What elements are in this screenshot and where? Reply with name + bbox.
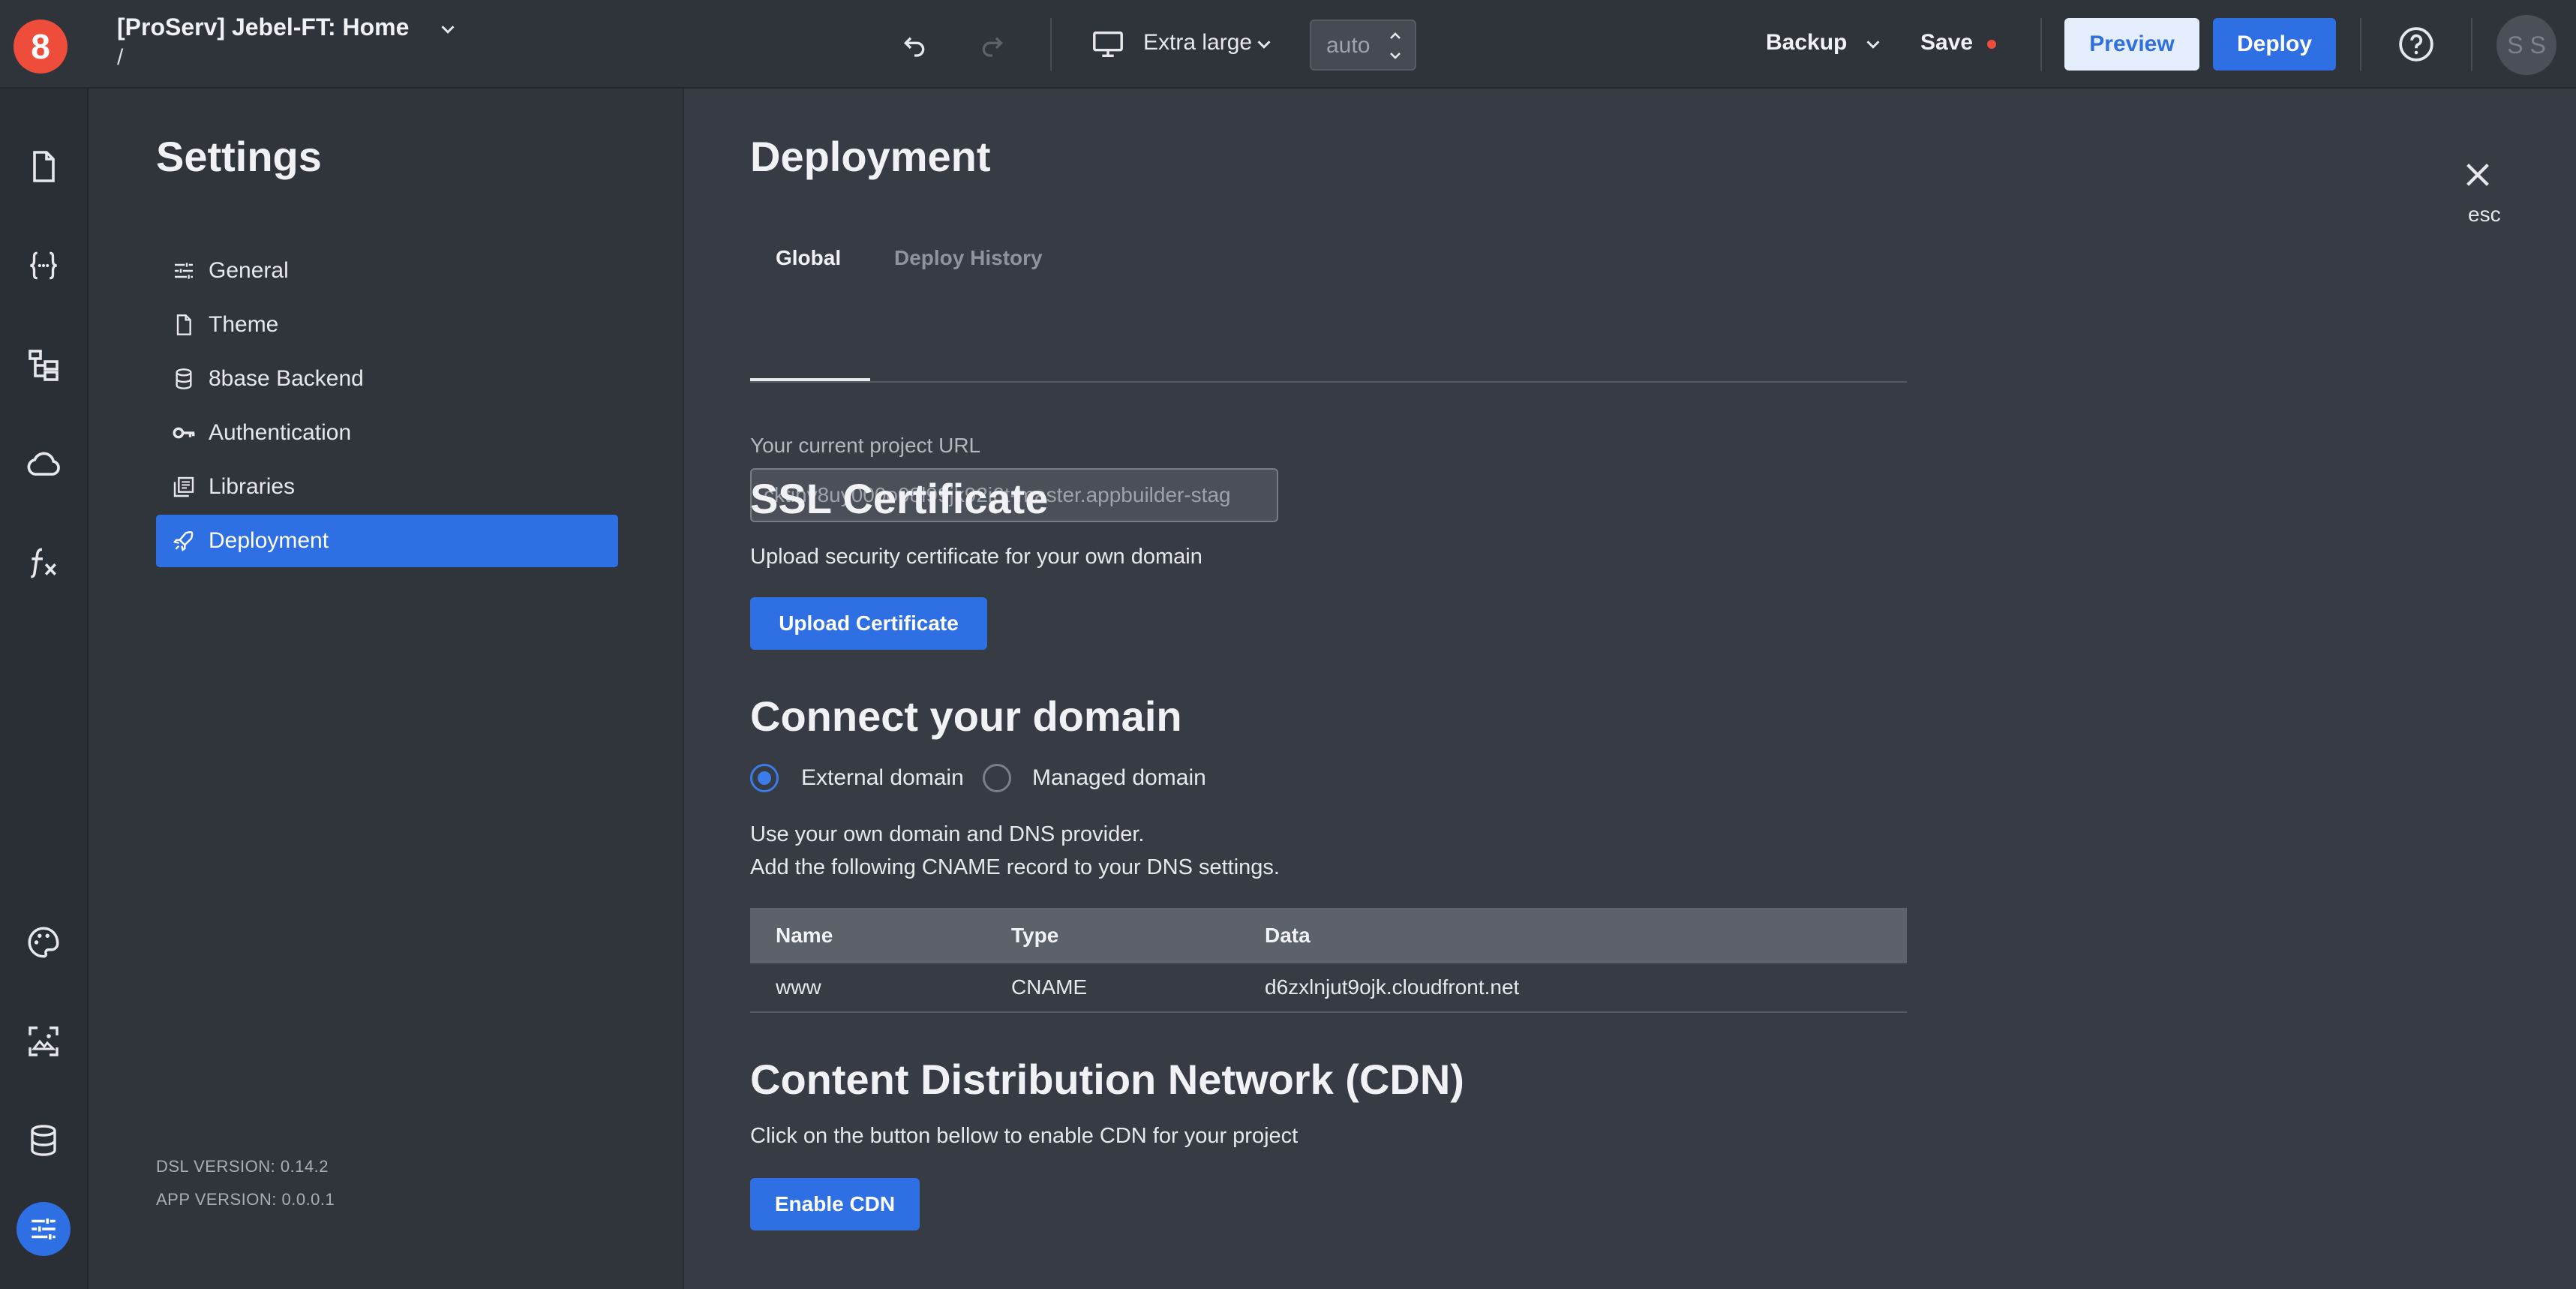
external-domain-radio[interactable] [750, 764, 779, 792]
settings-panel: Settings General Theme 8base Backend Aut… [89, 89, 684, 1289]
domain-title: Connect your domain [750, 693, 1182, 740]
dsl-version: DSL VERSION: 0.14.2 [156, 1157, 329, 1176]
library-icon [171, 474, 197, 500]
ssl-description: Upload security certificate for your own… [750, 545, 1202, 569]
tab-deploy-history[interactable]: Deploy History [894, 246, 1043, 270]
cdn-description: Click on the button bellow to enable CDN… [750, 1124, 1299, 1148]
settings-item-label: 8base Backend [209, 366, 364, 391]
page-path: / [117, 45, 124, 70]
rocket-icon [171, 528, 197, 554]
zoom-value: auto [1326, 33, 1371, 58]
deployment-content: Deployment esc Global Deploy History You… [684, 89, 2576, 1289]
palette-icon[interactable] [17, 915, 71, 969]
managed-domain-radio[interactable] [983, 764, 1011, 792]
left-rail [0, 89, 89, 1289]
preview-button[interactable]: Preview [2064, 18, 2199, 71]
settings-item-theme[interactable]: Theme [156, 299, 618, 351]
settings-item-label: General [209, 258, 289, 283]
cell-data[interactable]: d6zxlnjut9ojk.cloudfront.net [1265, 963, 1519, 1011]
function-icon[interactable] [17, 536, 71, 590]
chevron-down-icon[interactable] [437, 18, 459, 41]
domain-instruction-1: Use your own domain and DNS provider. [750, 822, 1145, 846]
toolbar-divider [1050, 18, 1052, 71]
undo-icon[interactable] [897, 27, 932, 62]
project-title[interactable]: [ProServ] Jebel-FT: Home [117, 14, 409, 41]
cloud-icon[interactable] [17, 437, 71, 491]
settings-item-label: Theme [209, 312, 279, 337]
dns-records-table: Name Type Data www CNAME d6zxlnjut9ojk.c… [750, 908, 1907, 1013]
sliders-icon [171, 258, 197, 284]
redo-icon[interactable] [975, 27, 1010, 62]
chevron-down-icon[interactable] [1253, 33, 1275, 56]
settings-item-8base-backend[interactable]: 8base Backend [156, 353, 618, 405]
ssl-title: SSL Certificate [750, 475, 1049, 522]
project-url-label: Your current project URL [750, 434, 981, 457]
toolbar-divider [2360, 18, 2361, 71]
cdn-title: Content Distribution Network (CDN) [750, 1056, 1464, 1103]
key-icon [171, 420, 197, 446]
stepper-down-icon[interactable] [1386, 47, 1404, 65]
toolbar-divider [2471, 18, 2472, 71]
save-button[interactable]: Save [1920, 30, 1973, 56]
device-size-select[interactable]: Extra large [1143, 30, 1252, 56]
app-version: APP VERSION: 0.0.0.1 [156, 1190, 335, 1209]
zoom-input[interactable]: auto [1310, 20, 1416, 71]
settings-item-label: Deployment [209, 528, 329, 553]
settings-item-label: Authentication [209, 420, 352, 445]
cell-type: CNAME [1011, 975, 1088, 999]
avatar[interactable]: S S [2496, 15, 2556, 75]
table-row: www CNAME d6zxlnjut9ojk.cloudfront.net [750, 963, 1907, 1013]
cell-name: www [776, 975, 821, 999]
unsaved-indicator [1987, 40, 1996, 49]
active-tab-indicator [750, 378, 870, 381]
page-title: Deployment [750, 133, 991, 180]
settings-sliders-icon[interactable] [17, 1202, 71, 1256]
app-logo[interactable]: 8 [14, 20, 68, 74]
database-icon[interactable] [17, 1113, 71, 1167]
backup-button[interactable]: Backup [1766, 30, 1847, 56]
top-bar: 8 [ProServ] Jebel-FT: Home / Extra large… [0, 0, 2576, 89]
column-header-name: Name [776, 924, 833, 947]
desktop-icon[interactable] [1089, 26, 1127, 63]
settings-item-libraries[interactable]: Libraries [156, 461, 618, 513]
settings-title: Settings [156, 133, 322, 180]
table-header: Name Type Data [750, 908, 1907, 963]
deploy-button[interactable]: Deploy [2213, 18, 2336, 71]
tab-bar [750, 291, 1907, 383]
column-header-data: Data [1265, 924, 1311, 947]
tab-global[interactable]: Global [776, 246, 841, 270]
esc-hint: esc [2468, 203, 2501, 226]
domain-instruction-2: Add the following CNAME record to your D… [750, 855, 1280, 879]
page-icon[interactable] [17, 140, 71, 194]
sitemap-icon[interactable] [17, 338, 71, 392]
settings-item-authentication[interactable]: Authentication [156, 407, 618, 459]
external-domain-label[interactable]: External domain [801, 765, 964, 791]
help-icon[interactable] [2397, 26, 2435, 63]
close-icon[interactable] [2460, 158, 2495, 192]
settings-item-deployment[interactable]: Deployment [156, 515, 618, 567]
settings-item-general[interactable]: General [156, 245, 618, 297]
managed-domain-label[interactable]: Managed domain [1032, 765, 1206, 791]
file-icon [171, 312, 197, 338]
stepper-up-icon[interactable] [1386, 27, 1404, 45]
toolbar-divider [2040, 18, 2042, 71]
settings-item-label: Libraries [209, 474, 296, 499]
image-asset-icon[interactable] [17, 1014, 71, 1068]
database-icon [171, 366, 197, 392]
upload-certificate-button[interactable]: Upload Certificate [750, 597, 987, 650]
column-header-type: Type [1011, 924, 1059, 947]
chevron-down-icon[interactable] [1862, 33, 1884, 56]
braces-icon[interactable] [17, 239, 71, 293]
enable-cdn-button[interactable]: Enable CDN [750, 1178, 920, 1230]
